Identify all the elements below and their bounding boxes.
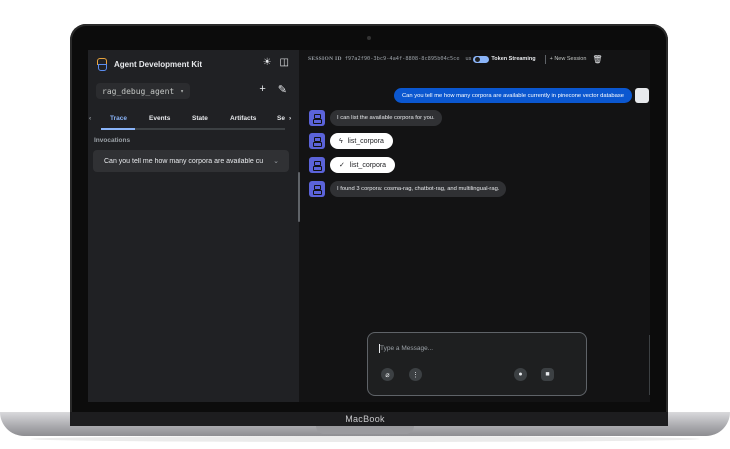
bot-message: I can list the available corpora for you… [330,110,442,126]
bot-avatar [309,110,325,126]
video-icon[interactable]: ■ [541,368,554,381]
chevron-down-icon: ▾ [180,87,184,95]
bot-avatar [309,157,325,173]
check-icon: ✓ [339,162,345,169]
token-streaming-label: Token Streaming [491,56,536,62]
agent-actions: + ✎ [259,83,287,96]
app-title: Agent Development Kit [114,59,203,69]
tool-result-name: list_corpora [349,161,387,169]
sidebar-toggle-icon[interactable]: ◫ [280,57,289,68]
agent-name: rag_debug_agent [102,86,175,96]
message-composer: Type a Message... ⌀ ⋮ ● ■ [367,332,587,396]
tool-result-row: ✓ list_corpora [309,157,396,173]
mic-icon[interactable]: ● [514,368,527,381]
bot-message: I found 3 corpora: cosma-rag, chatbot-ra… [330,181,507,197]
tool-result-chip[interactable]: ✓ list_corpora [330,157,396,173]
topbar-divider [544,54,546,64]
session-bar: SESSION ID f97a2f90-3bc9-4a4f-8808-8c895… [308,53,603,65]
bot-message-row: I can list the available corpora for you… [309,110,442,126]
tab-events[interactable]: Events [149,113,170,129]
user-label: us [465,56,472,62]
token-streaming-toggle[interactable] [473,55,490,63]
tool-call-name: list_corpora [347,137,384,145]
session-id: f97a2f90-3bc9-4a4f-8808-8c895b04c5ce [344,56,460,62]
tool-call-chip[interactable]: ϟ list_corpora [330,133,393,149]
chevron-right-icon[interactable]: › [289,113,291,129]
laptop-shadow [30,436,700,442]
trash-icon[interactable]: 🗑 [592,55,602,64]
laptop-notch [316,426,414,434]
bolt-icon: ϟ [339,137,343,145]
sidebar: Agent Development Kit ☀ ◫ rag_debug_agen… [88,50,299,402]
tab-state[interactable]: State [192,113,208,129]
device-brand: MacBook [345,414,385,424]
tab-bar: ‹ Trace Events State Artifacts Se › [88,113,299,129]
tab-active-indicator [101,128,135,130]
tab-sessions[interactable]: Se [277,113,285,129]
bot-avatar [309,181,325,197]
sidebar-header-icons: ☀ ◫ [263,57,289,68]
chevron-left-icon[interactable]: ‹ [89,113,91,129]
screen: Agent Development Kit ☀ ◫ rag_debug_agen… [88,50,650,402]
adk-logo-icon [96,58,108,71]
bot-avatar [309,133,325,149]
session-id-label: SESSION ID [308,56,342,62]
invocation-text: Can you tell me how many corpora are ava… [104,157,264,165]
chevron-down-icon: ⌄ [273,158,279,165]
agent-select[interactable]: rag_debug_agent ▾ [96,83,190,99]
message-input[interactable]: Type a Message... [380,345,433,352]
bot-message-row: I found 3 corpora: cosma-rag, chatbot-ra… [309,181,507,197]
tab-trace[interactable]: Trace [110,113,127,129]
panel-edge [649,335,650,395]
new-session-button[interactable]: + New Session [550,56,587,62]
plus-icon[interactable]: + [259,83,265,96]
camera [367,36,371,40]
pencil-icon[interactable]: ✎ [278,83,287,96]
user-avatar [635,88,649,103]
paperclip-icon[interactable]: ⌀ [381,368,394,381]
user-message: Can you tell me how many corpora are ava… [393,88,632,103]
tab-artifacts[interactable]: Artifacts [230,113,256,129]
invocations-label: Invocations [94,137,131,144]
sun-icon[interactable]: ☀ [263,57,272,68]
chat-main: SESSION ID f97a2f90-3bc9-4a4f-8808-8c895… [300,50,650,402]
more-vert-icon[interactable]: ⋮ [409,368,422,381]
invocation-item[interactable]: Can you tell me how many corpora are ava… [93,150,289,172]
tool-call-row: ϟ list_corpora [309,133,393,149]
